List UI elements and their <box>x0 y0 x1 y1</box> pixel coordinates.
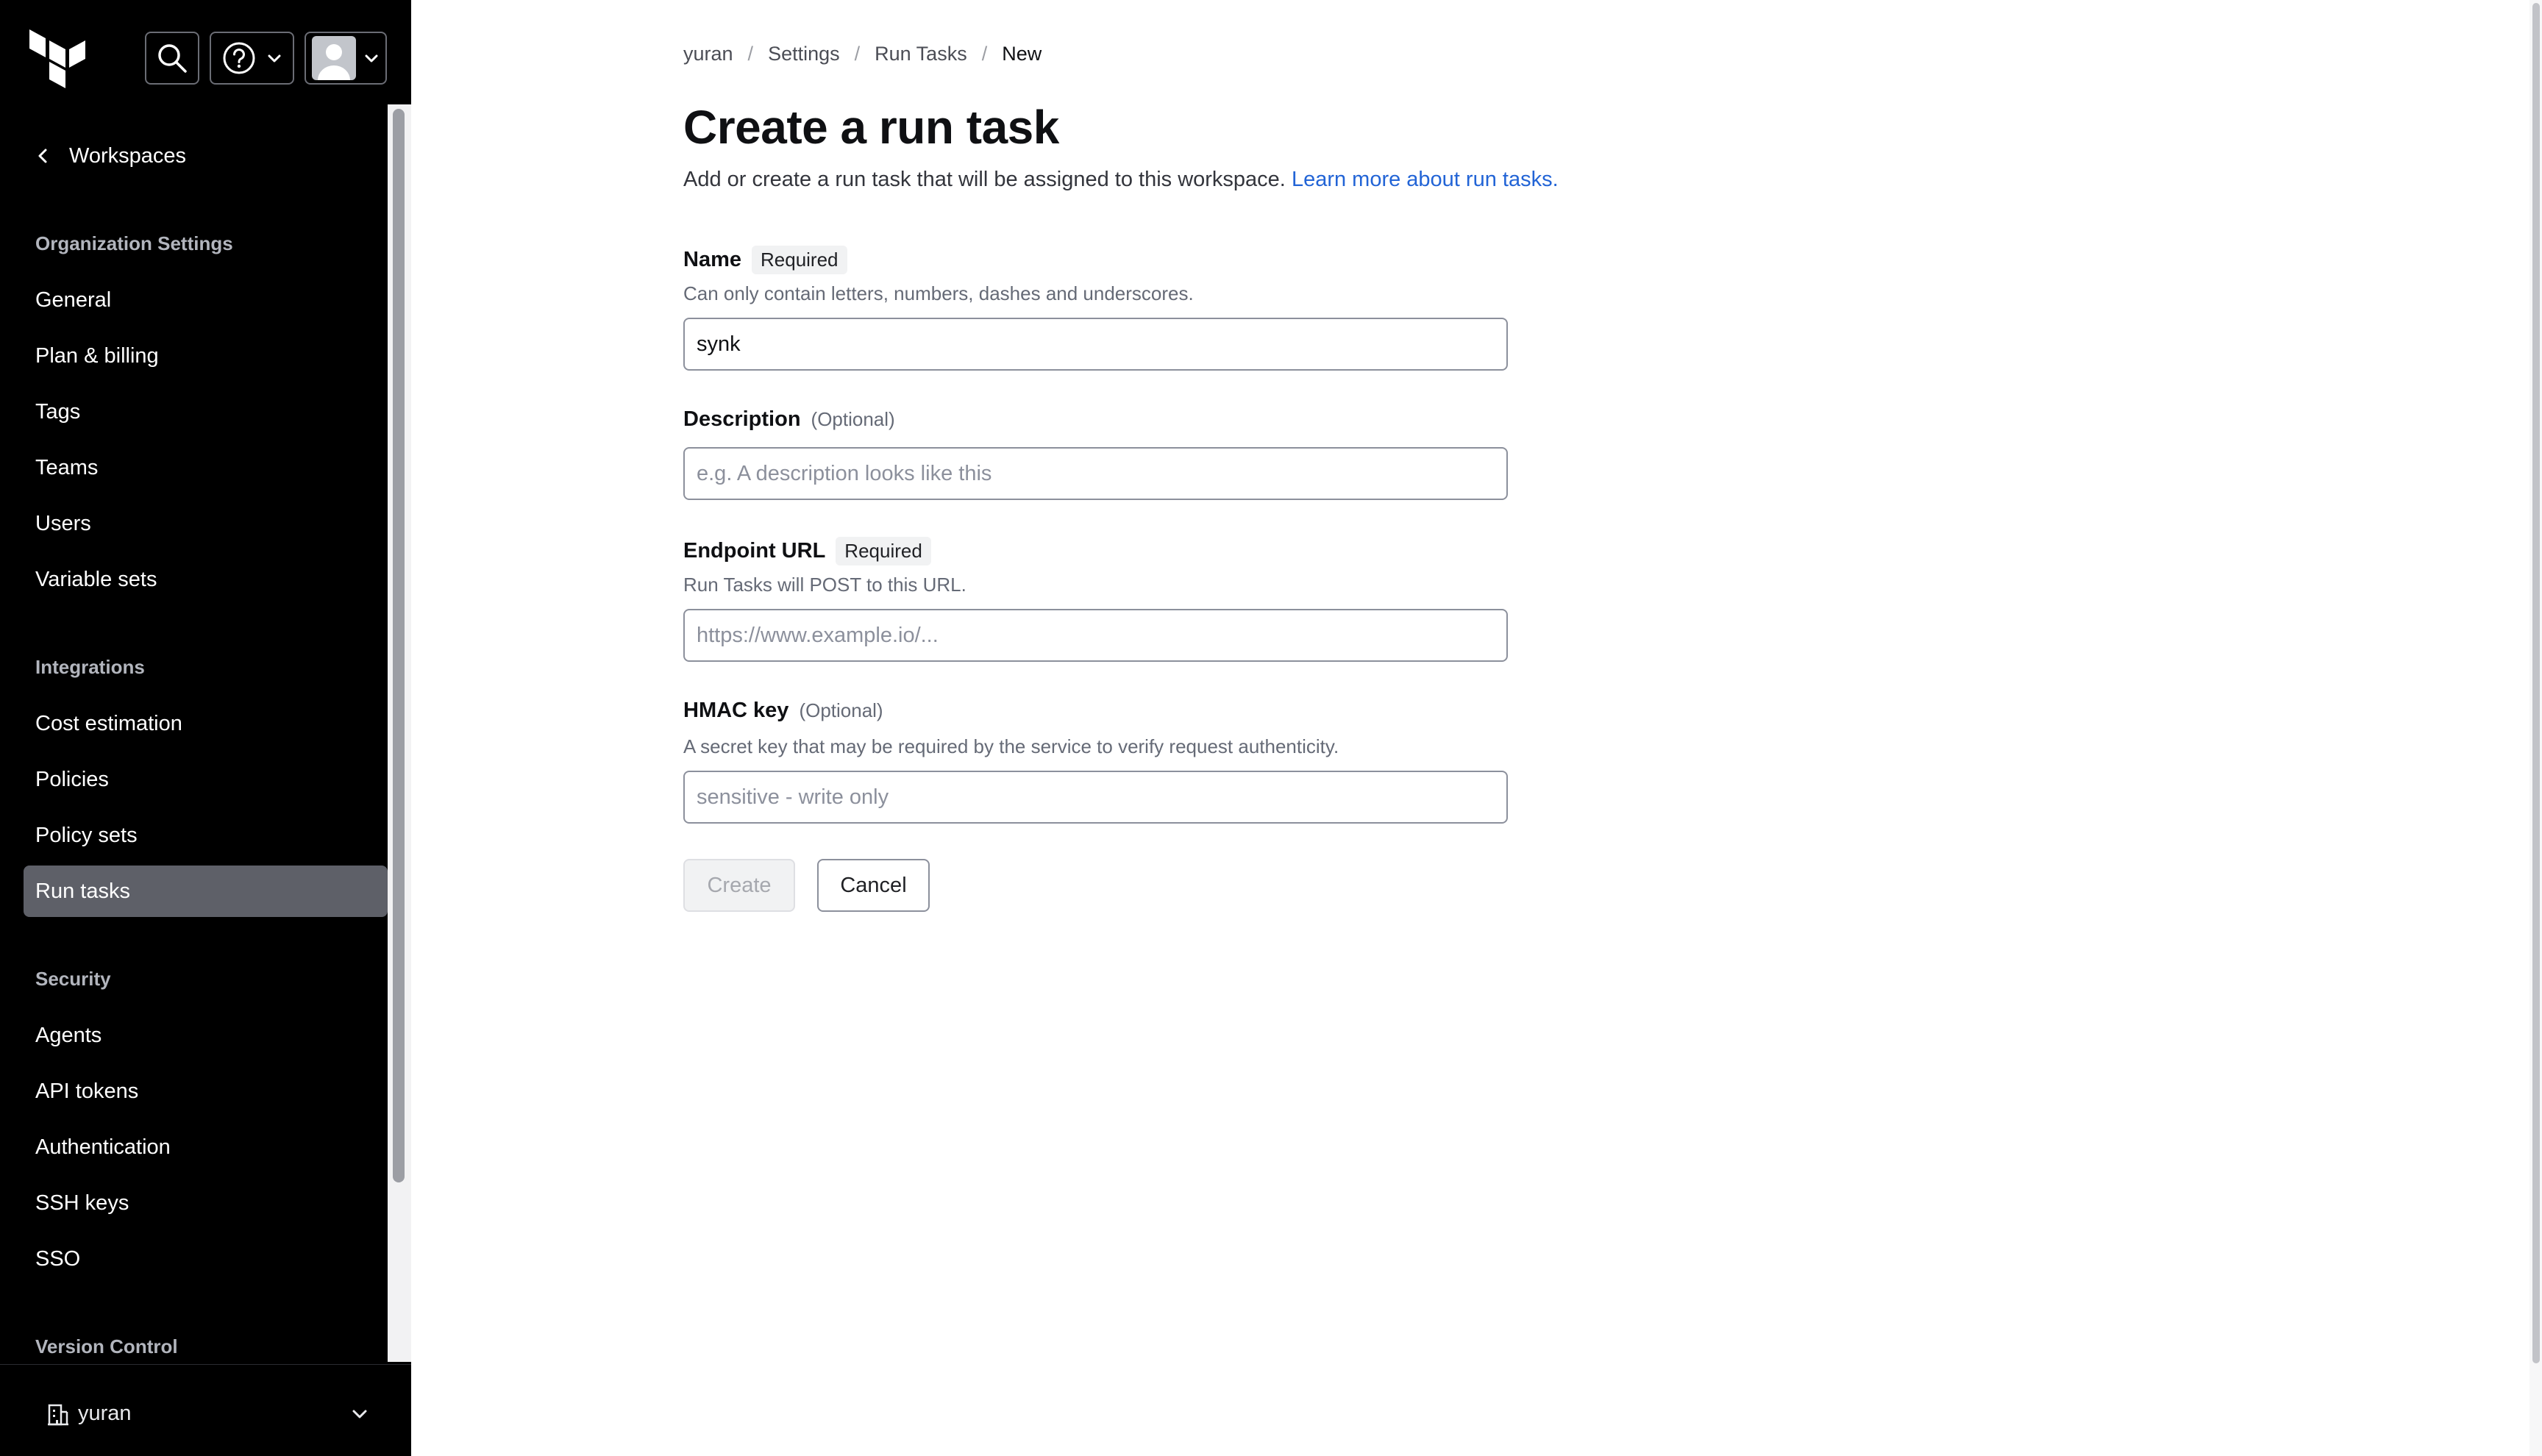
sidebar-item-authentication[interactable]: Authentication <box>24 1121 388 1173</box>
name-help-text: Can only contain letters, numbers, dashe… <box>683 282 1194 304</box>
breadcrumb-org[interactable]: yuran <box>683 43 733 65</box>
hmac-label-row: HMAC key (Optional) <box>683 699 883 723</box>
help-circle-icon <box>223 42 254 74</box>
sidebar-item-variable-sets[interactable]: Variable sets <box>24 554 388 605</box>
sidebar-item-policies[interactable]: Policies <box>24 754 388 805</box>
page-description-text: Add or create a run task that will be as… <box>683 168 1286 191</box>
endpoint-url-input[interactable] <box>683 609 1508 662</box>
required-badge: Required <box>836 537 931 565</box>
chevron-down-icon <box>365 54 378 63</box>
name-label-row: Name Required <box>683 246 847 274</box>
endpoint-help-text: Run Tasks will POST to this URL. <box>683 574 966 596</box>
section-heading-organization-settings: Organization Settings <box>35 232 233 254</box>
required-badge: Required <box>752 246 847 274</box>
cancel-button[interactable]: Cancel <box>817 859 930 912</box>
optional-hint: (Optional) <box>799 699 883 721</box>
sidebar-item-tags[interactable]: Tags <box>24 386 388 438</box>
search-button[interactable] <box>145 32 199 85</box>
sidebar-item-policy-sets[interactable]: Policy sets <box>24 810 388 861</box>
breadcrumb-separator: / <box>747 43 754 65</box>
org-name: yuran <box>78 1402 132 1425</box>
section-heading-version-control: Version Control <box>35 1335 178 1357</box>
sidebar-topbar <box>0 0 411 107</box>
sidebar-item-api-tokens[interactable]: API tokens <box>24 1066 388 1117</box>
sidebar-item-agents[interactable]: Agents <box>24 1010 388 1061</box>
main-content: yuran / Settings / Run Tasks / New Creat… <box>411 0 2542 1456</box>
page-description: Add or create a run task that will be as… <box>683 168 1559 192</box>
hmac-key-label: HMAC key <box>683 699 789 722</box>
chevron-left-icon <box>38 149 47 163</box>
hmac-key-input[interactable] <box>683 771 1508 824</box>
terraform-logo-icon[interactable] <box>29 29 87 88</box>
sidebar-item-ssh-keys[interactable]: SSH keys <box>24 1177 388 1229</box>
org-switcher[interactable]: yuran <box>0 1364 411 1456</box>
back-link-label: Workspaces <box>69 143 187 168</box>
chevron-down-icon <box>352 1410 367 1418</box>
sidebar-item-cost-estimation[interactable]: Cost estimation <box>24 698 388 749</box>
search-icon <box>158 44 187 73</box>
description-label: Description <box>683 407 801 431</box>
breadcrumb: yuran / Settings / Run Tasks / New <box>683 43 1042 65</box>
breadcrumb-separator: / <box>854 43 861 65</box>
name-label: Name <box>683 248 741 271</box>
building-icon <box>48 1404 68 1426</box>
avatar-icon <box>312 36 356 80</box>
breadcrumb-current: New <box>1002 43 1042 65</box>
section-heading-integrations: Integrations <box>35 656 145 678</box>
optional-hint: (Optional) <box>811 408 895 430</box>
endpoint-url-label: Endpoint URL <box>683 539 826 563</box>
name-input[interactable] <box>683 318 1508 371</box>
sidebar-scrollbar-thumb[interactable] <box>393 109 405 1182</box>
description-input[interactable] <box>683 447 1508 500</box>
main-scrollbar-thumb[interactable] <box>2532 3 2540 1363</box>
breadcrumb-run-tasks[interactable]: Run Tasks <box>875 43 967 65</box>
page-title: Create a run task <box>683 101 1059 154</box>
chevron-down-icon <box>268 54 280 63</box>
breadcrumb-settings[interactable]: Settings <box>768 43 840 65</box>
description-label-row: Description (Optional) <box>683 407 895 432</box>
sidebar-item-sso[interactable]: SSO <box>24 1233 388 1285</box>
breadcrumb-separator: / <box>981 43 988 65</box>
sidebar-item-plan-billing[interactable]: Plan & billing <box>24 330 388 382</box>
sidebar-item-teams[interactable]: Teams <box>24 442 388 493</box>
section-heading-security: Security <box>35 968 111 990</box>
endpoint-label-row: Endpoint URL Required <box>683 537 931 565</box>
create-button[interactable]: Create <box>683 859 795 912</box>
sidebar-item-users[interactable]: Users <box>24 498 388 549</box>
sidebar-item-general[interactable]: General <box>24 274 388 326</box>
help-menu-button[interactable] <box>210 32 294 85</box>
user-menu-button[interactable] <box>305 32 387 85</box>
sidebar-item-run-tasks[interactable]: Run tasks <box>24 866 388 917</box>
hmac-help-text: A secret key that may be required by the… <box>683 735 1339 757</box>
learn-more-link[interactable]: Learn more about run tasks. <box>1292 168 1559 191</box>
back-to-workspaces-link[interactable]: Workspaces <box>35 138 186 174</box>
sidebar: Workspaces Organization Settings General… <box>0 0 411 1456</box>
